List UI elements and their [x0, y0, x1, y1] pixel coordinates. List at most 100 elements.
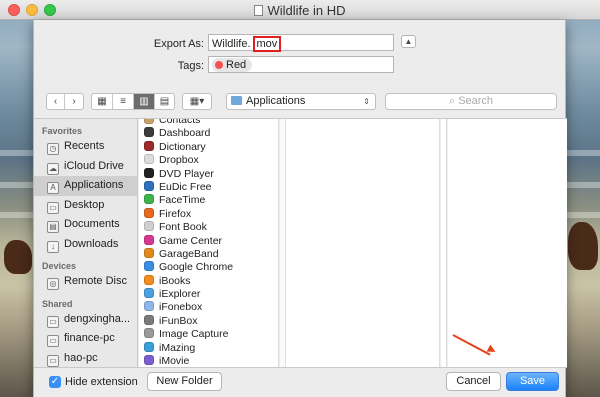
red-dot-icon [215, 61, 223, 69]
cancel-button[interactable]: Cancel [446, 372, 501, 391]
list-item[interactable]: Dashboard [139, 127, 233, 140]
save-button[interactable]: Save [506, 372, 559, 391]
list-item[interactable]: iFonebox [139, 301, 233, 314]
sidebar-item-finance-pc[interactable]: ▭ finance-pc [34, 329, 137, 349]
forward-button[interactable]: › [65, 94, 83, 109]
view-mode-segment: ▦ ≡ ▥ ▤ [91, 93, 175, 110]
app-icon [144, 207, 154, 218]
app-label: Game Center [159, 234, 223, 247]
list-item[interactable]: iFunBox [139, 314, 233, 328]
hide-extension-label[interactable]: Hide extension [65, 376, 138, 388]
horse-left [4, 240, 32, 274]
downloads-icon: ↓ [47, 240, 59, 253]
browser-toolbar: ‹ › ▦ ≡ ▥ ▤ ▦▾ Applications ⇕ ⌕ Search [34, 88, 567, 114]
sidebar-item-recents[interactable]: ◷ Recents [34, 137, 137, 157]
list-item[interactable]: DVD Player [139, 167, 233, 181]
sidebar-item-documents[interactable]: ▤ Documents [34, 215, 137, 235]
list-item[interactable]: EuDic Free [139, 180, 233, 194]
sidebar-item-downloads[interactable]: ↓ Downloads [34, 235, 137, 255]
column-divider[interactable] [441, 119, 447, 367]
sidebar-item-applications[interactable]: A Applications [34, 176, 137, 196]
save-sheet: Export As: Wildlife. mov ▲ Tags: Red ‹ › … [33, 20, 567, 397]
app-label: FaceTime [159, 194, 206, 207]
app-icon [144, 301, 154, 312]
app-icon [144, 288, 154, 299]
list-item[interactable]: Dictionary [139, 140, 233, 154]
list-item[interactable]: GarageBand [139, 247, 233, 261]
app-label: GarageBand [159, 247, 219, 260]
column-view-icon[interactable]: ▥ [134, 94, 155, 109]
app-label: Google Chrome [159, 261, 234, 274]
list-item[interactable]: Firefox [139, 207, 233, 221]
app-icon [144, 341, 154, 352]
extension-highlight: mov [252, 36, 282, 52]
desktop-icon: ▭ [47, 201, 59, 214]
sidebar-item-icloud-drive[interactable]: ☁ iCloud Drive [34, 157, 137, 177]
list-item[interactable]: Dropbox [139, 154, 233, 167]
app-icon [144, 119, 154, 124]
list-item[interactable]: FaceTime [139, 194, 233, 207]
documents-icon: ▤ [47, 221, 59, 233]
list-item[interactable]: Game Center [139, 234, 233, 248]
applications-icon: A [47, 182, 59, 194]
sidebar-item-dengxingha[interactable]: ▭ dengxingha... [34, 310, 137, 330]
list-item[interactable]: Font Book [139, 221, 233, 234]
list-item[interactable]: Google Chrome [139, 261, 233, 274]
app-label: iFunBox [159, 314, 198, 327]
app-icon [144, 221, 154, 232]
document-icon [254, 5, 264, 16]
app-label: Dictionary [159, 140, 206, 153]
app-icon [144, 154, 154, 165]
app-icon [144, 234, 154, 245]
arrange-grid-icon: ▦▾ [189, 96, 205, 107]
back-button[interactable]: ‹ [47, 94, 65, 109]
sidebar-item-remote-disc[interactable]: ◎ Remote Disc [34, 272, 137, 292]
coverflow-view-icon[interactable]: ▤ [155, 94, 174, 109]
window-title: Wildlife in HD [0, 3, 600, 18]
popup-arrows-icon: ⇕ [363, 97, 370, 106]
cloud-icon: ☁ [47, 162, 59, 175]
empty-column [286, 119, 440, 367]
app-label: EuDic Free [159, 180, 212, 193]
app-icon [144, 140, 154, 151]
app-icon [144, 328, 154, 339]
app-icon [144, 274, 154, 285]
app-label: Contacts [159, 119, 201, 126]
arrange-menu-button[interactable]: ▦▾ [182, 93, 212, 110]
icon-view-icon[interactable]: ▦ [92, 94, 113, 109]
computer-icon: ▭ [47, 354, 59, 367]
app-label: Firefox [159, 207, 192, 220]
new-folder-button[interactable]: New Folder [147, 372, 222, 391]
search-field[interactable]: ⌕ Search [385, 93, 557, 110]
app-label: iFonebox [159, 301, 203, 314]
list-item[interactable]: iBooks [139, 274, 233, 288]
app-label: iMovie [159, 355, 190, 367]
sidebar: Favorites ◷ Recents ☁ iCloud Drive A Applic… [34, 119, 138, 367]
list-item[interactable]: iMovie [139, 355, 233, 367]
app-icon [144, 247, 154, 258]
app-label: Dashboard [159, 127, 211, 140]
window-titlebar: Wildlife in HD [0, 0, 600, 20]
location-popup[interactable]: Applications ⇕ [226, 93, 376, 110]
applications-column[interactable]: Contacts Dashboard Dictionary Dropbox DVD Pl… [139, 119, 279, 367]
list-item[interactable]: Image Capture [139, 328, 233, 341]
horse-right [568, 222, 598, 270]
filename-field[interactable]: Wildlife. mov [208, 34, 394, 52]
app-label: DVD Player [159, 167, 214, 180]
tags-field[interactable]: Red [208, 56, 394, 73]
app-icon [144, 355, 154, 366]
list-item[interactable]: iExplorer [139, 288, 233, 301]
hide-extension-checkbox[interactable]: ✓ [49, 376, 61, 388]
sidebar-item-desktop[interactable]: ▭ Desktop [34, 196, 137, 216]
expand-disclosure-button[interactable]: ▲ [401, 35, 416, 48]
app-label: iExplorer [159, 288, 201, 301]
list-view-icon[interactable]: ≡ [113, 94, 134, 109]
list-item[interactable]: Contacts [139, 119, 233, 127]
app-label: Image Capture [159, 328, 229, 341]
tag-red[interactable]: Red [212, 58, 253, 72]
app-label: Dropbox [159, 154, 199, 167]
sidebar-item-hao-pc[interactable]: ▭ hao-pc [34, 349, 137, 368]
folder-icon [231, 96, 242, 105]
computer-icon: ▭ [47, 315, 59, 328]
list-item[interactable]: iMazing [139, 341, 233, 355]
